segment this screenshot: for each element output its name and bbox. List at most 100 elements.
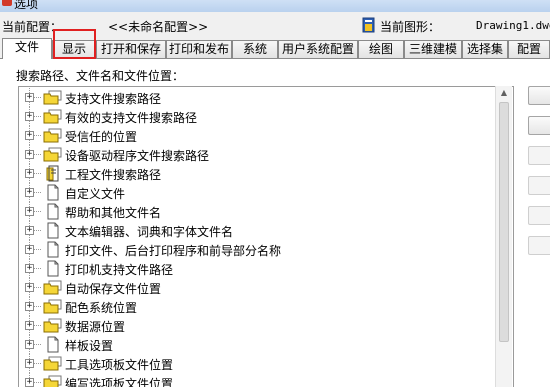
scroll-thumb[interactable] <box>499 102 509 342</box>
tab-system[interactable]: 系统 <box>232 40 278 58</box>
expand-plus-icon[interactable]: + <box>25 112 34 121</box>
move-down-button[interactable] <box>528 206 550 225</box>
remove-button[interactable] <box>528 146 550 165</box>
tab-selection[interactable]: 选择集 <box>462 40 508 58</box>
tab-user-preferences[interactable]: 用户系统配置 <box>278 40 358 58</box>
folder-stack-icon <box>43 127 63 144</box>
tree-item-label: 受信任的位置 <box>65 130 138 144</box>
tree-connector <box>33 154 41 155</box>
current-profile-label: 当前配置： <box>2 20 63 34</box>
tab-open-save[interactable]: 打开和保存 <box>96 40 166 58</box>
document-icon <box>43 203 63 220</box>
app-icon <box>2 0 12 6</box>
tree-item[interactable]: + 有效的支持文件搜索路径 <box>19 107 497 126</box>
vertical-scrollbar[interactable]: ▲ <box>495 86 512 387</box>
tree-connector <box>33 192 41 193</box>
tree-item[interactable]: + 受信任的位置 <box>19 126 497 145</box>
expand-plus-icon[interactable]: + <box>25 169 34 178</box>
files-panel: 搜索路径、文件名和文件位置： + 支持文件搜索路径 + 有效的支持文件搜索路径 + 受信任… <box>0 59 550 387</box>
set-current-button[interactable] <box>528 236 550 255</box>
tree-item-label: 打印文件、后台打印程序和前导部分名称 <box>65 244 282 258</box>
section-label: 搜索路径、文件名和文件位置： <box>16 69 185 83</box>
tree-item-label: 编写选项板文件位置 <box>65 377 174 387</box>
expand-plus-icon[interactable]: + <box>25 264 34 273</box>
tree-item[interactable]: + 自动保存文件位置 <box>19 278 497 297</box>
document-icon <box>43 260 63 277</box>
tree-item-label: 有效的支持文件搜索路径 <box>65 111 198 125</box>
tab-display[interactable]: 显示 <box>52 40 96 58</box>
tree-item[interactable]: + 工具选项板文件位置 <box>19 354 497 373</box>
tree-item[interactable]: + 支持文件搜索路径 <box>19 88 497 107</box>
tree-item[interactable]: + 文本编辑器、词典和字体文件名 <box>19 221 497 240</box>
tree-item[interactable]: + 样板设置 <box>19 335 497 354</box>
tree-item[interactable]: + 设备驱动程序文件搜索路径 <box>19 145 497 164</box>
tree-item[interactable]: + 打印机支持文件路径 <box>19 259 497 278</box>
tree-connector <box>33 97 41 98</box>
search-path-tree[interactable]: + 支持文件搜索路径 + 有效的支持文件搜索路径 + 受信任的位置 + 设备驱动程序文件搜索路… <box>18 86 514 387</box>
expand-plus-icon[interactable]: + <box>25 245 34 254</box>
folder-stack-icon <box>43 89 63 106</box>
tab-profiles[interactable]: 配置 <box>508 40 550 58</box>
tree-item-label: 打印机支持文件路径 <box>65 263 174 277</box>
tree-connector <box>33 287 41 288</box>
tree-connector <box>33 135 41 136</box>
folder-stack-icon <box>43 317 63 334</box>
tree-connector <box>33 325 41 326</box>
tab-3d-modeling[interactable]: 三维建模 <box>404 40 462 58</box>
tree-item-label: 工具选项板文件位置 <box>65 358 174 372</box>
window-title: 选项 <box>14 0 39 11</box>
tree-item[interactable]: + 帮助和其他文件名 <box>19 202 497 221</box>
tree-item-label: 样板设置 <box>65 339 114 353</box>
expand-plus-icon[interactable]: + <box>25 302 34 311</box>
tab-strip: 文件 显示 打开和保存 打印和发布 系统 用户系统配置 绘图 三维建模 选择集 … <box>0 38 550 59</box>
expand-plus-icon[interactable]: + <box>25 340 34 349</box>
tab-files[interactable]: 文件 <box>2 38 52 59</box>
tree-item[interactable]: + 数据源位置 <box>19 316 497 335</box>
expand-plus-icon[interactable]: + <box>25 207 34 216</box>
project-file-icon <box>43 165 63 182</box>
tree-item[interactable]: + 工程文件搜索路径 <box>19 164 497 183</box>
expand-plus-icon[interactable]: + <box>25 359 34 368</box>
tree-item-label: 工程文件搜索路径 <box>65 168 162 182</box>
tree-connector <box>33 306 41 307</box>
document-icon <box>43 222 63 239</box>
tree-item-label: 配色系统位置 <box>65 301 138 315</box>
expand-plus-icon[interactable]: + <box>25 321 34 330</box>
expand-plus-icon[interactable]: + <box>25 378 34 387</box>
folder-stack-icon <box>43 146 63 163</box>
current-drawing-value: Drawing1.dwg <box>476 19 550 32</box>
profile-row: 当前配置： <<未命名配置>> 当前图形： Drawing1.dwg <box>0 16 550 36</box>
expand-plus-icon[interactable]: + <box>25 150 34 159</box>
tree-connector <box>33 382 41 383</box>
tree-connector <box>33 116 41 117</box>
tree-item[interactable]: + 编写选项板文件位置 <box>19 373 497 387</box>
expand-plus-icon[interactable]: + <box>25 226 34 235</box>
tab-drafting[interactable]: 绘图 <box>358 40 404 58</box>
tree-item[interactable]: + 自定义文件 <box>19 183 497 202</box>
tree-connector <box>33 173 41 174</box>
tree-item[interactable]: + 配色系统位置 <box>19 297 497 316</box>
tree-connector <box>33 363 41 364</box>
browse-button[interactable] <box>528 86 550 105</box>
tree-item-label: 数据源位置 <box>65 320 126 334</box>
folder-stack-icon <box>43 279 63 296</box>
folder-stack-icon <box>43 108 63 125</box>
folder-stack-icon <box>43 374 63 387</box>
expand-plus-icon[interactable]: + <box>25 131 34 140</box>
expand-plus-icon[interactable]: + <box>25 188 34 197</box>
expand-plus-icon[interactable]: + <box>25 283 34 292</box>
drawing-file-icon <box>362 17 375 33</box>
expand-plus-icon[interactable]: + <box>25 93 34 102</box>
title-bar: 选项 <box>0 0 550 12</box>
folder-stack-icon <box>43 298 63 315</box>
tab-plot-publish[interactable]: 打印和发布 <box>166 40 232 58</box>
move-up-button[interactable] <box>528 176 550 195</box>
tree-item[interactable]: + 打印文件、后台打印程序和前导部分名称 <box>19 240 497 259</box>
tree-connector <box>33 249 41 250</box>
folder-stack-icon <box>43 355 63 372</box>
tree-connector <box>33 344 41 345</box>
scroll-up-arrow-icon[interactable]: ▲ <box>496 88 512 98</box>
tree-item-label: 自动保存文件位置 <box>65 282 162 296</box>
current-drawing-label: 当前图形： <box>380 20 441 34</box>
add-button[interactable] <box>528 116 550 135</box>
